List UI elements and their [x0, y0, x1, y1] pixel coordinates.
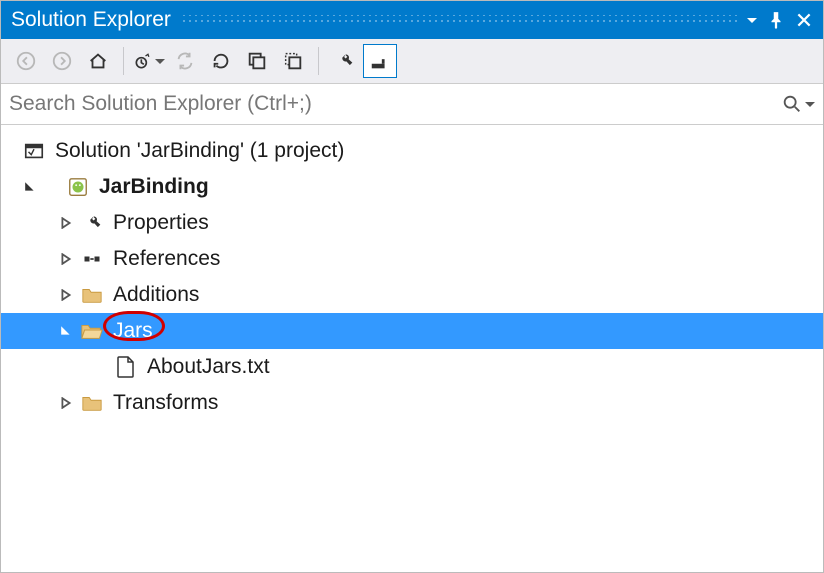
transforms-label: Transforms: [109, 391, 222, 415]
properties-label: Properties: [109, 211, 213, 235]
collapse-arrow-icon[interactable]: [57, 394, 75, 412]
toolbar-separator: [123, 47, 124, 75]
jars-label: Jars: [109, 319, 157, 343]
solution-node[interactable]: Solution 'JarBinding' (1 project): [1, 133, 823, 169]
folder-icon: [79, 391, 105, 415]
collapse-arrow-icon[interactable]: [57, 286, 75, 304]
pin-icon[interactable]: [767, 11, 785, 29]
titlebar-title: Solution Explorer: [11, 8, 171, 32]
project-label: JarBinding: [95, 175, 213, 199]
search-input[interactable]: [9, 92, 781, 116]
titlebar-grip: [181, 15, 737, 25]
project-node[interactable]: JarBinding: [1, 169, 823, 205]
wrench-icon: [79, 211, 105, 235]
scope-dropdown-button[interactable]: [132, 44, 166, 78]
expand-arrow-icon[interactable]: [21, 178, 39, 196]
additions-label: Additions: [109, 283, 203, 307]
close-icon[interactable]: [795, 11, 813, 29]
home-button[interactable]: [81, 44, 115, 78]
folder-icon: [79, 283, 105, 307]
expand-arrow-icon[interactable]: [57, 322, 75, 340]
solution-explorer-titlebar: Solution Explorer: [1, 1, 823, 39]
solution-label: Solution 'JarBinding' (1 project): [51, 139, 348, 163]
references-icon: [79, 247, 105, 271]
preview-button[interactable]: [363, 44, 397, 78]
references-node[interactable]: References: [1, 241, 823, 277]
show-all-files-button[interactable]: [276, 44, 310, 78]
nav-forward-button[interactable]: [45, 44, 79, 78]
search-button[interactable]: [781, 93, 815, 115]
jars-node[interactable]: Jars: [1, 313, 823, 349]
solution-icon: [21, 139, 47, 163]
aboutjars-node[interactable]: AboutJars.txt: [1, 349, 823, 385]
solution-tree: Solution 'JarBinding' (1 project) JarBin…: [1, 125, 823, 429]
nav-back-button[interactable]: [9, 44, 43, 78]
search-bar: [1, 83, 823, 125]
solution-explorer-toolbar: [1, 39, 823, 83]
properties-node[interactable]: Properties: [1, 205, 823, 241]
collapse-arrow-icon[interactable]: [57, 214, 75, 232]
references-label: References: [109, 247, 224, 271]
additions-node[interactable]: Additions: [1, 277, 823, 313]
aboutjars-label: AboutJars.txt: [143, 355, 274, 379]
collapse-arrow-icon[interactable]: [57, 250, 75, 268]
window-options-icon[interactable]: [747, 18, 757, 23]
collapse-all-button[interactable]: [240, 44, 274, 78]
sync-button[interactable]: [168, 44, 202, 78]
android-project-icon: [65, 175, 91, 199]
properties-button[interactable]: [327, 44, 361, 78]
toolbar-separator: [318, 47, 319, 75]
transforms-node[interactable]: Transforms: [1, 385, 823, 421]
refresh-button[interactable]: [204, 44, 238, 78]
file-icon: [113, 355, 139, 379]
folder-open-icon: [79, 319, 105, 343]
